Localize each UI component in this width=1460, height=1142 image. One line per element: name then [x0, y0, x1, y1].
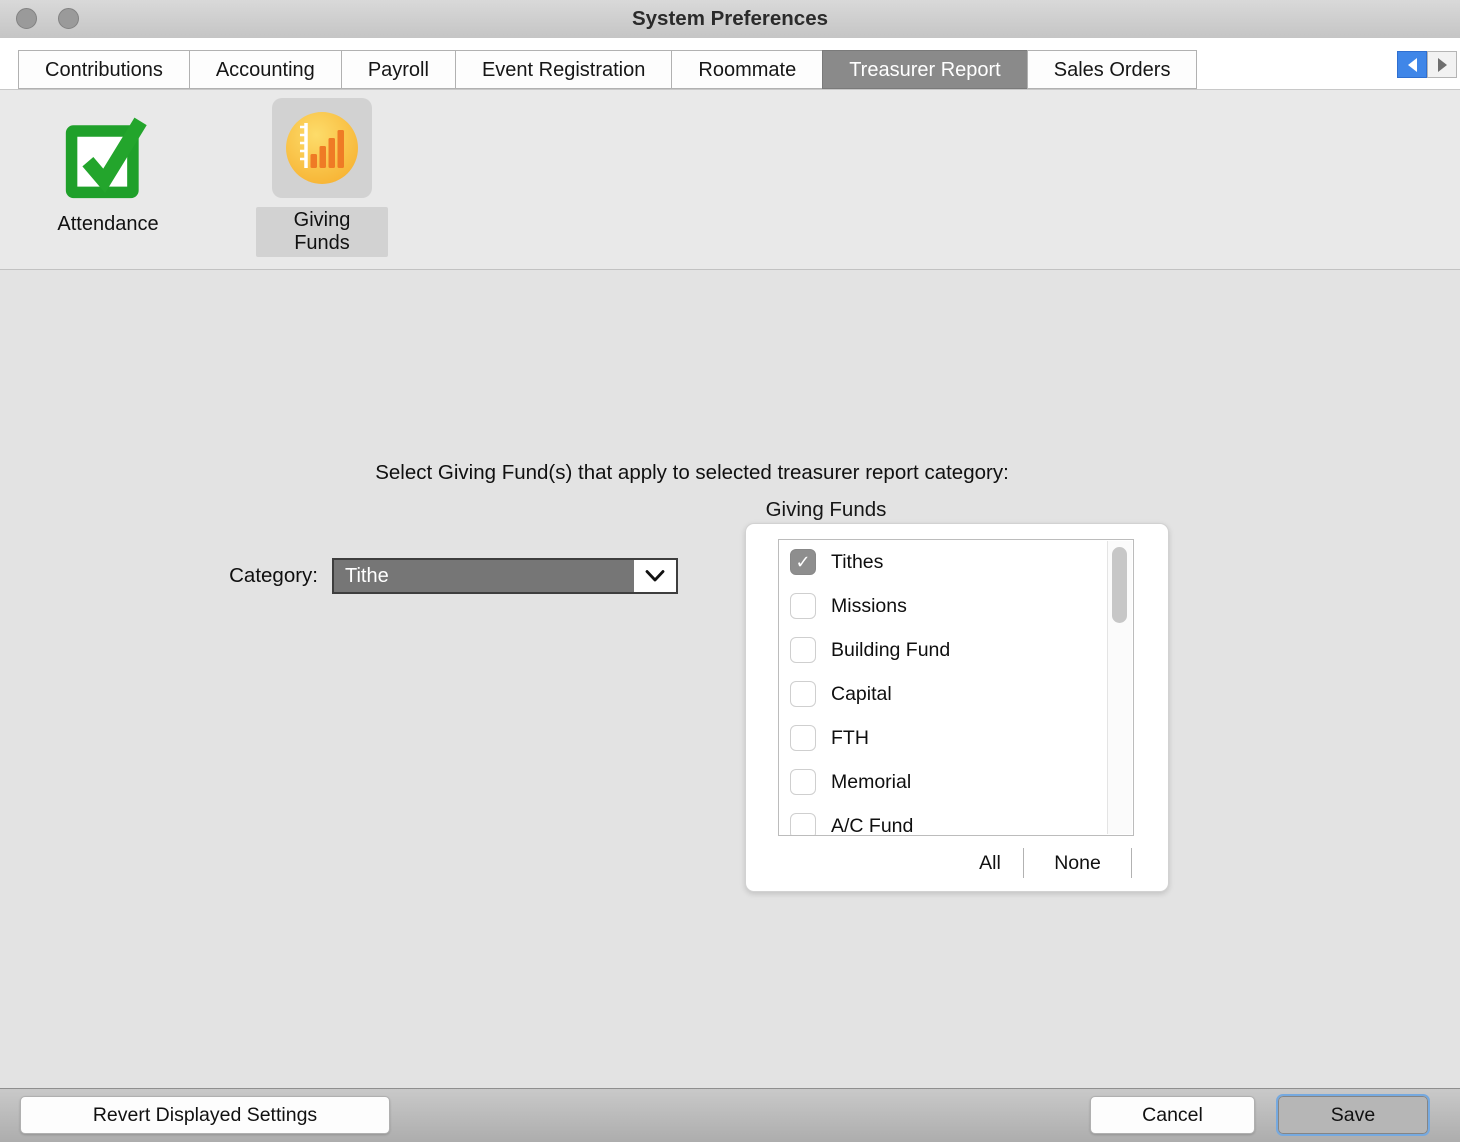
fund-row-memorial[interactable]: Memorial	[779, 760, 1133, 804]
category-dropdown[interactable]: Tithe	[332, 558, 678, 594]
check-icon: ✓	[795, 553, 810, 571]
scrollbar[interactable]	[1107, 541, 1132, 834]
tab-payroll[interactable]: Payroll	[341, 50, 456, 89]
revert-button[interactable]: Revert Displayed Settings	[20, 1096, 390, 1134]
fund-checkbox[interactable]	[790, 813, 816, 836]
giving-funds-list-title: Giving Funds	[755, 498, 897, 522]
cancel-button[interactable]: Cancel	[1090, 1096, 1255, 1134]
fund-label: Memorial	[831, 771, 911, 794]
close-button[interactable]	[16, 8, 37, 29]
giving-funds-list: ✓ Tithes Missions Building Fund Capital	[778, 539, 1134, 836]
toolbar-item-giving-funds[interactable]: Giving Funds	[256, 98, 388, 257]
tab-bar: Contributions Accounting Payroll Event R…	[0, 38, 1460, 90]
system-preferences-window: System Preferences Contributions Account…	[0, 0, 1460, 1142]
toolbar-item-label-giving-funds: Giving Funds	[256, 207, 388, 257]
fund-row-capital[interactable]: Capital	[779, 672, 1133, 716]
instruction-text: Select Giving Fund(s) that apply to sele…	[0, 461, 1384, 485]
nav-right-button[interactable]	[1427, 51, 1457, 78]
fund-checkbox[interactable]	[790, 769, 816, 795]
toolbar-item-label-attendance: Attendance	[57, 213, 158, 236]
fund-checkbox[interactable]	[790, 593, 816, 619]
fund-row-missions[interactable]: Missions	[779, 584, 1133, 628]
selection-buttons: All None	[957, 848, 1132, 878]
fund-label: Tithes	[831, 551, 883, 574]
attendance-checkbox-icon	[62, 108, 154, 200]
fund-row-fth[interactable]: FTH	[779, 716, 1133, 760]
toolbar-item-attendance[interactable]: Attendance	[42, 104, 174, 236]
category-selected-value: Tithe	[334, 560, 634, 592]
fund-checkbox[interactable]	[790, 637, 816, 663]
tab-event-registration[interactable]: Event Registration	[455, 50, 672, 89]
giving-funds-icon-box	[272, 98, 372, 198]
attendance-icon-box	[58, 104, 158, 204]
title-bar: System Preferences	[0, 0, 1460, 39]
fund-label: A/C Fund	[831, 815, 913, 837]
toolbar: Attendance	[0, 90, 1460, 270]
arrow-right-icon	[1438, 58, 1447, 72]
fund-row-ac-fund[interactable]: A/C Fund	[779, 804, 1133, 836]
select-none-button[interactable]: None	[1024, 848, 1132, 878]
bar-chart-icon	[284, 110, 360, 186]
category-label: Category:	[140, 564, 318, 588]
fund-row-tithes[interactable]: ✓ Tithes	[779, 540, 1133, 584]
fund-label: FTH	[831, 727, 869, 750]
footer-bar: Revert Displayed Settings Cancel Save	[0, 1088, 1460, 1142]
fund-label: Missions	[831, 595, 907, 618]
fund-row-building-fund[interactable]: Building Fund	[779, 628, 1133, 672]
fund-label: Building Fund	[831, 639, 950, 662]
tab-treasurer-report[interactable]: Treasurer Report	[822, 50, 1028, 89]
save-button[interactable]: Save	[1278, 1096, 1428, 1134]
fund-label: Capital	[831, 683, 892, 706]
window-controls	[16, 8, 79, 29]
minimize-button[interactable]	[58, 8, 79, 29]
chevron-down-icon	[634, 560, 676, 592]
nav-left-button[interactable]	[1397, 51, 1427, 78]
tab-roommate[interactable]: Roommate	[671, 50, 823, 89]
tab-nav-arrows	[1397, 51, 1457, 78]
scrollbar-thumb[interactable]	[1112, 547, 1127, 623]
fund-checkbox-checked[interactable]: ✓	[790, 549, 816, 575]
giving-funds-panel: ✓ Tithes Missions Building Fund Capital	[745, 523, 1169, 892]
tab-list: Contributions Accounting Payroll Event R…	[18, 50, 1197, 89]
fund-checkbox[interactable]	[790, 681, 816, 707]
select-all-button[interactable]: All	[957, 848, 1024, 878]
arrow-left-icon	[1408, 58, 1417, 72]
fund-checkbox[interactable]	[790, 725, 816, 751]
tab-contributions[interactable]: Contributions	[18, 50, 190, 89]
tab-sales-orders[interactable]: Sales Orders	[1027, 50, 1198, 89]
tab-accounting[interactable]: Accounting	[189, 50, 342, 89]
window-title: System Preferences	[0, 0, 1460, 38]
